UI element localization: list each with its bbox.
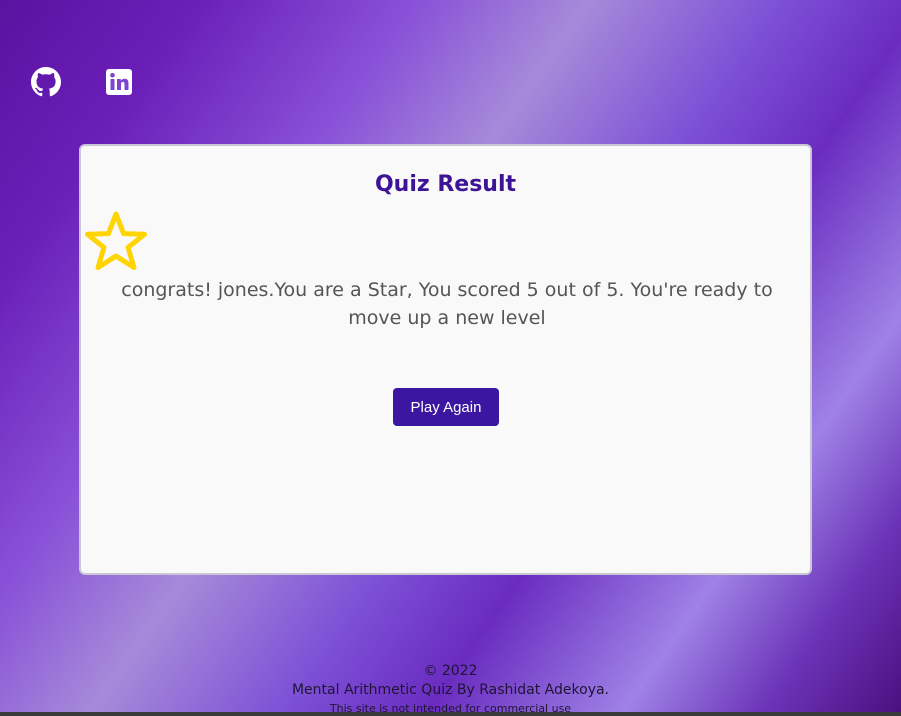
social-links — [31, 66, 134, 98]
result-message: congrats! jones.You are a Star, You scor… — [121, 279, 773, 329]
footer-copyright: © 2022 — [423, 663, 478, 679]
play-again-button[interactable]: Play Again — [393, 388, 499, 426]
star-icon — [85, 211, 147, 270]
page-title: Quiz Result — [374, 172, 517, 197]
github-link[interactable] — [31, 66, 61, 98]
footer: © 2022 Mental Arithmetic Quiz By Rashida… — [0, 662, 901, 716]
github-icon — [31, 67, 61, 97]
footer-credit: Mental Arithmetic Quiz By Rashidat Adeko… — [291, 682, 610, 698]
linkedin-icon — [106, 69, 132, 95]
result-card: Quiz Result congrats! jones.You are a St… — [79, 144, 812, 575]
linkedin-link[interactable] — [104, 66, 134, 98]
bottom-bar — [0, 712, 901, 716]
